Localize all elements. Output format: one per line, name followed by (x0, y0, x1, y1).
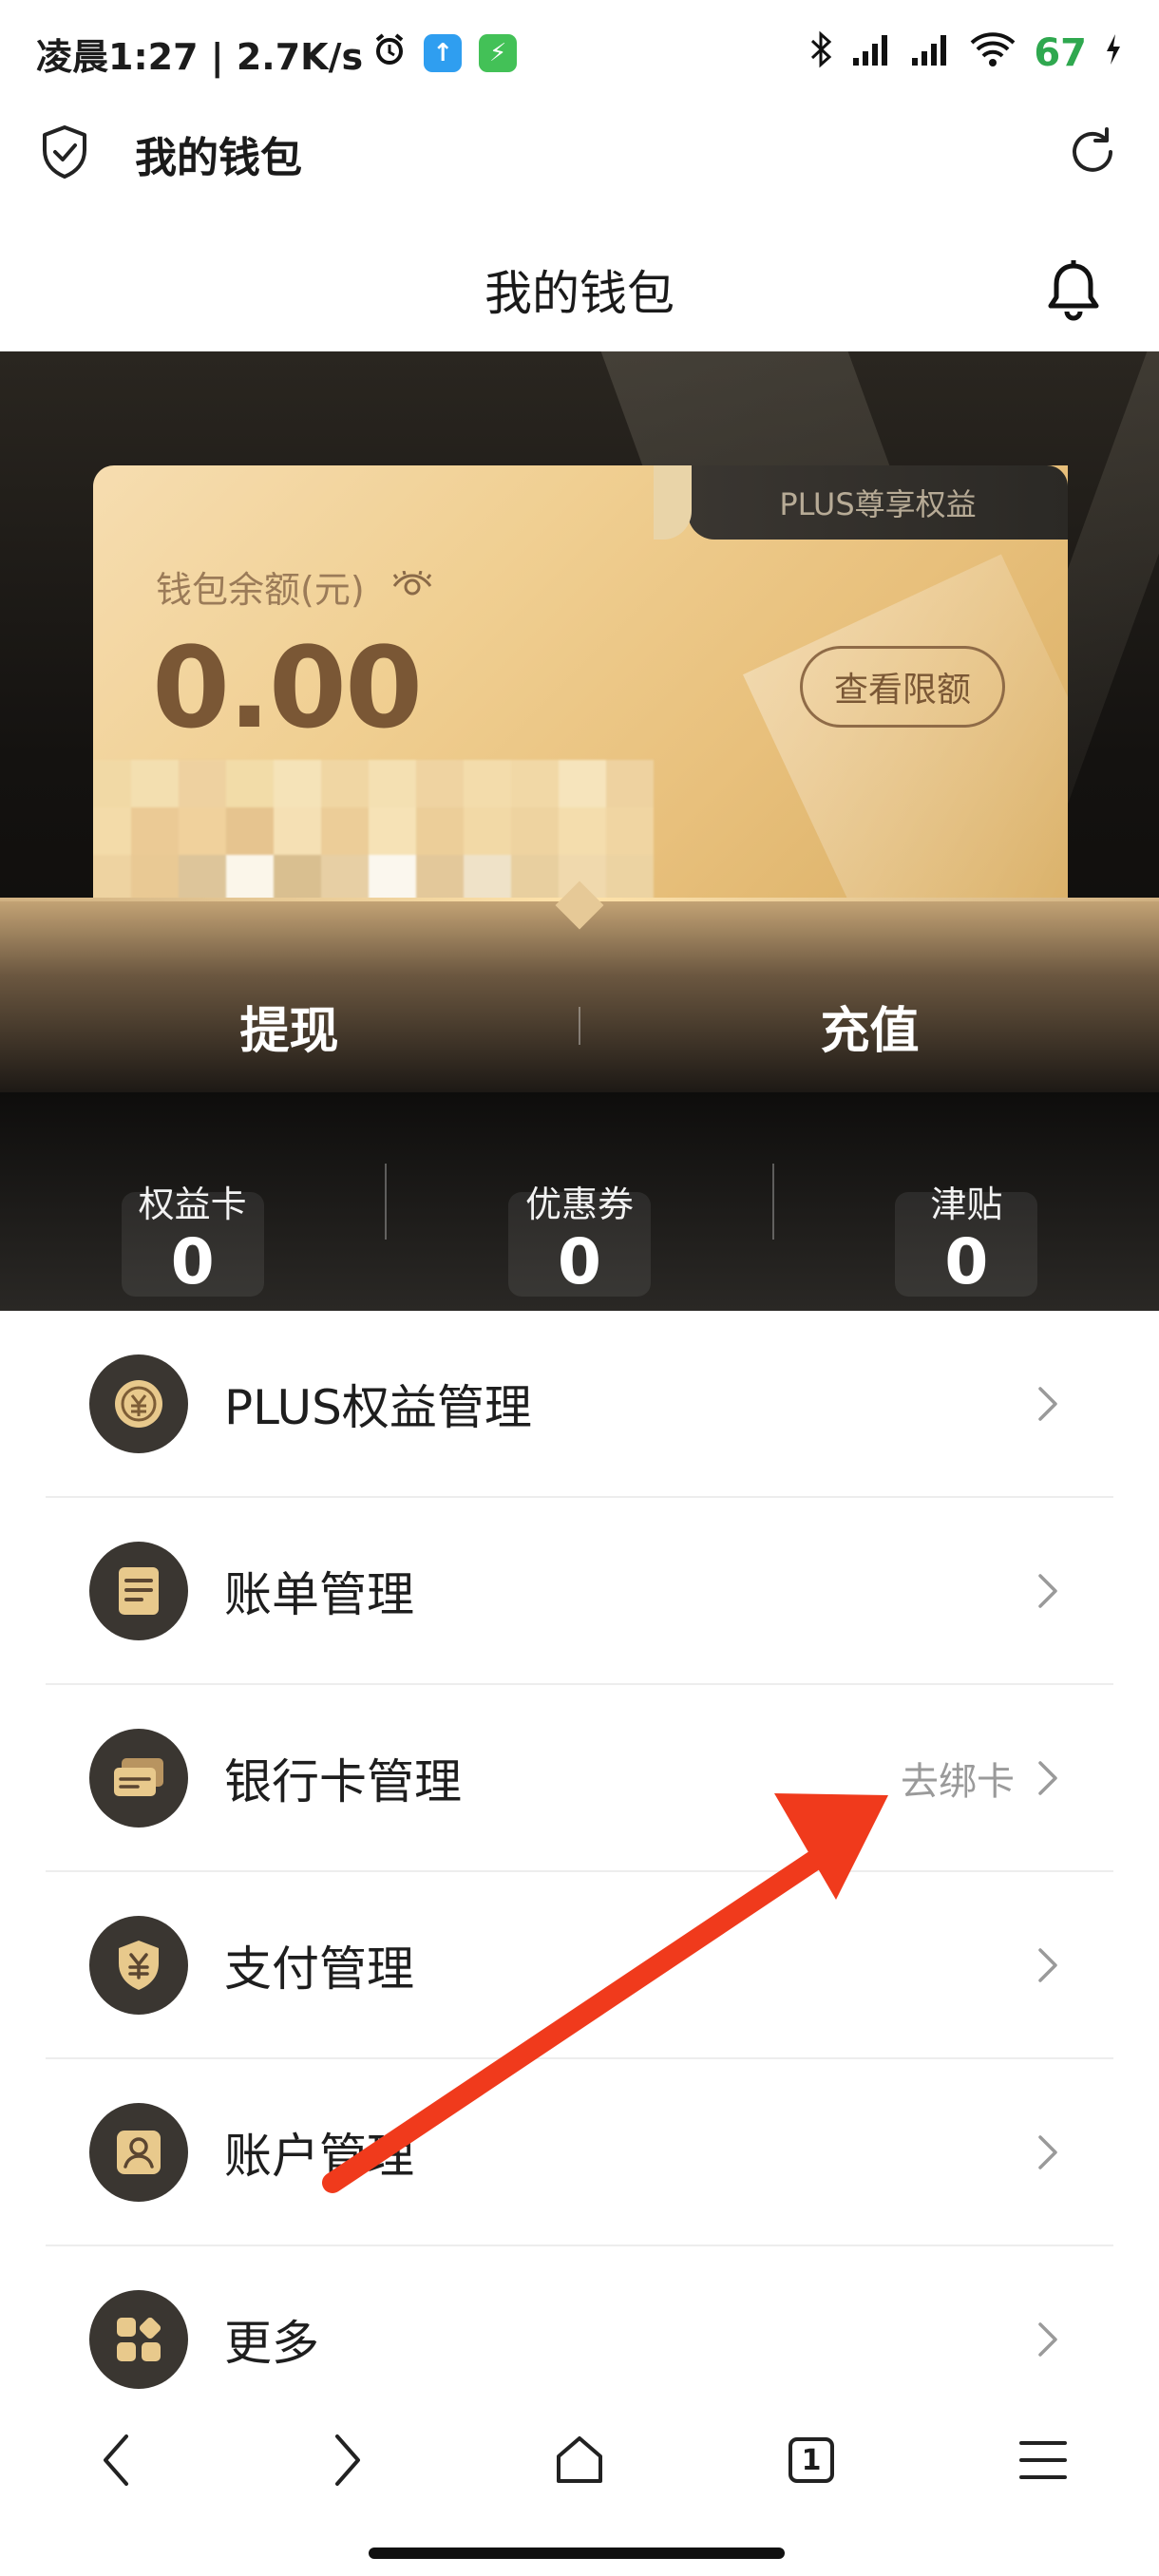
stat-allowance[interactable]: 津贴 0 (774, 1116, 1159, 1298)
balance-label: 钱包余额(元) (156, 569, 365, 611)
bank-card-icon (89, 1728, 188, 1828)
menu-label: 账户管理 (224, 2128, 414, 2184)
menu-label: 支付管理 (224, 1941, 414, 1997)
wallet-hero: PLUS尊享权益 钱包余额(元) 0.00 查看限额 提现 充值 (0, 351, 1159, 1092)
chevron-right-icon (1038, 1573, 1057, 1608)
menu-item-plus-benefits[interactable]: PLUS权益管理 (46, 1311, 1113, 1498)
stat-label: 权益卡 (138, 1184, 247, 1225)
eye-icon[interactable] (391, 566, 433, 608)
menu-item-bank-cards[interactable]: 银行卡管理 去绑卡 (46, 1685, 1113, 1872)
tabs-button[interactable]: 1 (773, 2422, 849, 2498)
bluetooth-icon (809, 30, 834, 77)
home-indicator (369, 2548, 785, 2559)
wallet-actions: 提现 充值 (0, 978, 1159, 1073)
view-limit-button[interactable]: 查看限额 (800, 646, 1005, 728)
menu-label: 更多 (224, 2315, 319, 2371)
charge-app-icon: ⚡ (479, 34, 518, 72)
wallet-card: PLUS尊享权益 钱包余额(元) 0.00 查看限额 (93, 465, 1068, 931)
signal-icon-2 (910, 31, 952, 76)
balance-value: 0.00 (152, 622, 423, 753)
page-title: 我的钱包 (484, 266, 674, 321)
signal-icon-1 (851, 31, 893, 76)
menu-item-account[interactable]: 账户管理 (46, 2059, 1113, 2246)
stat-value: 0 (558, 1225, 601, 1298)
chevron-right-icon (335, 2434, 360, 2486)
wallet-page: 凌晨1:27 | 2.7K/s ↑ ⚡ 67 我的钱包 我的钱包 PLUS尊享权… (0, 0, 1159, 2576)
wifi-icon (969, 31, 1016, 76)
home-button[interactable] (542, 2422, 618, 2498)
browser-title: 我的钱包 (135, 134, 302, 182)
plus-benefits-label: PLUS尊享权益 (779, 486, 977, 522)
status-time: 凌晨1:27 | 2.7K/s (36, 35, 364, 78)
forward-button[interactable] (310, 2422, 386, 2498)
status-time-group: 凌晨1:27 | 2.7K/s ↑ ⚡ (36, 28, 809, 80)
card-shine (742, 554, 1068, 931)
redacted-info (93, 760, 654, 902)
account-icon (89, 2102, 188, 2202)
menu-label: 账单管理 (224, 1566, 414, 1622)
shield-check-icon[interactable] (40, 124, 89, 183)
stat-label: 津贴 (930, 1184, 1003, 1225)
charging-icon (1104, 32, 1123, 75)
tab-count: 1 (801, 2443, 822, 2477)
stat-coupons[interactable]: 优惠券 0 (387, 1116, 771, 1298)
bell-icon[interactable] (1045, 260, 1102, 321)
wallet-menu: PLUS权益管理 账单管理 银行卡管理 去绑卡 支付管理 账户管理 更多 (46, 1311, 1113, 2432)
menu-label: PLUS权益管理 (224, 1379, 532, 1435)
page-header: 我的钱包 (0, 228, 1159, 351)
menu-item-payment[interactable]: 支付管理 (46, 1872, 1113, 2059)
back-button[interactable] (78, 2422, 154, 2498)
menu-item-bills[interactable]: 账单管理 (46, 1498, 1113, 1685)
refresh-icon[interactable] (1066, 125, 1119, 182)
recharge-button[interactable]: 充值 (580, 991, 1159, 1062)
chevron-right-icon (1038, 1386, 1057, 1421)
menu-label: 银行卡管理 (224, 1753, 462, 1809)
stat-value: 0 (944, 1225, 989, 1298)
wallet-stats: 权益卡 0 优惠券 0 津贴 0 (0, 1092, 1159, 1311)
withdraw-button[interactable]: 提现 (0, 991, 579, 1062)
more-grid-icon (89, 2289, 188, 2389)
balance-label-group: 钱包余额(元) (156, 560, 433, 613)
chevron-right-icon (1038, 1947, 1057, 1982)
alarm-icon (372, 32, 407, 75)
coin-icon (89, 1354, 188, 1453)
payment-shield-icon (89, 1915, 188, 2015)
chevron-right-icon (1038, 2134, 1057, 2169)
stat-value: 0 (170, 1225, 215, 1298)
menu-button[interactable] (1005, 2422, 1081, 2498)
stat-benefit-cards[interactable]: 权益卡 0 (0, 1116, 385, 1298)
upload-app-icon: ↑ (424, 34, 463, 72)
plus-benefits-tab[interactable]: PLUS尊享权益 (654, 465, 1068, 540)
browser-bar: 我的钱包 (0, 106, 1159, 201)
home-icon (557, 2436, 602, 2483)
status-right-icons: 67 (809, 30, 1123, 77)
chevron-right-icon (1038, 1760, 1057, 1795)
bind-card-link[interactable]: 去绑卡 (901, 1751, 1015, 1806)
browser-bottom-nav: 1 (0, 2394, 1159, 2527)
bill-icon (89, 1541, 188, 1640)
chevron-right-icon (1038, 2321, 1057, 2357)
status-bar: 凌晨1:27 | 2.7K/s ↑ ⚡ 67 (0, 0, 1159, 106)
battery-level: 67 (1034, 31, 1087, 75)
stat-label: 优惠券 (524, 1184, 634, 1225)
hamburger-icon (1019, 2441, 1067, 2479)
chevron-left-icon (104, 2434, 128, 2486)
